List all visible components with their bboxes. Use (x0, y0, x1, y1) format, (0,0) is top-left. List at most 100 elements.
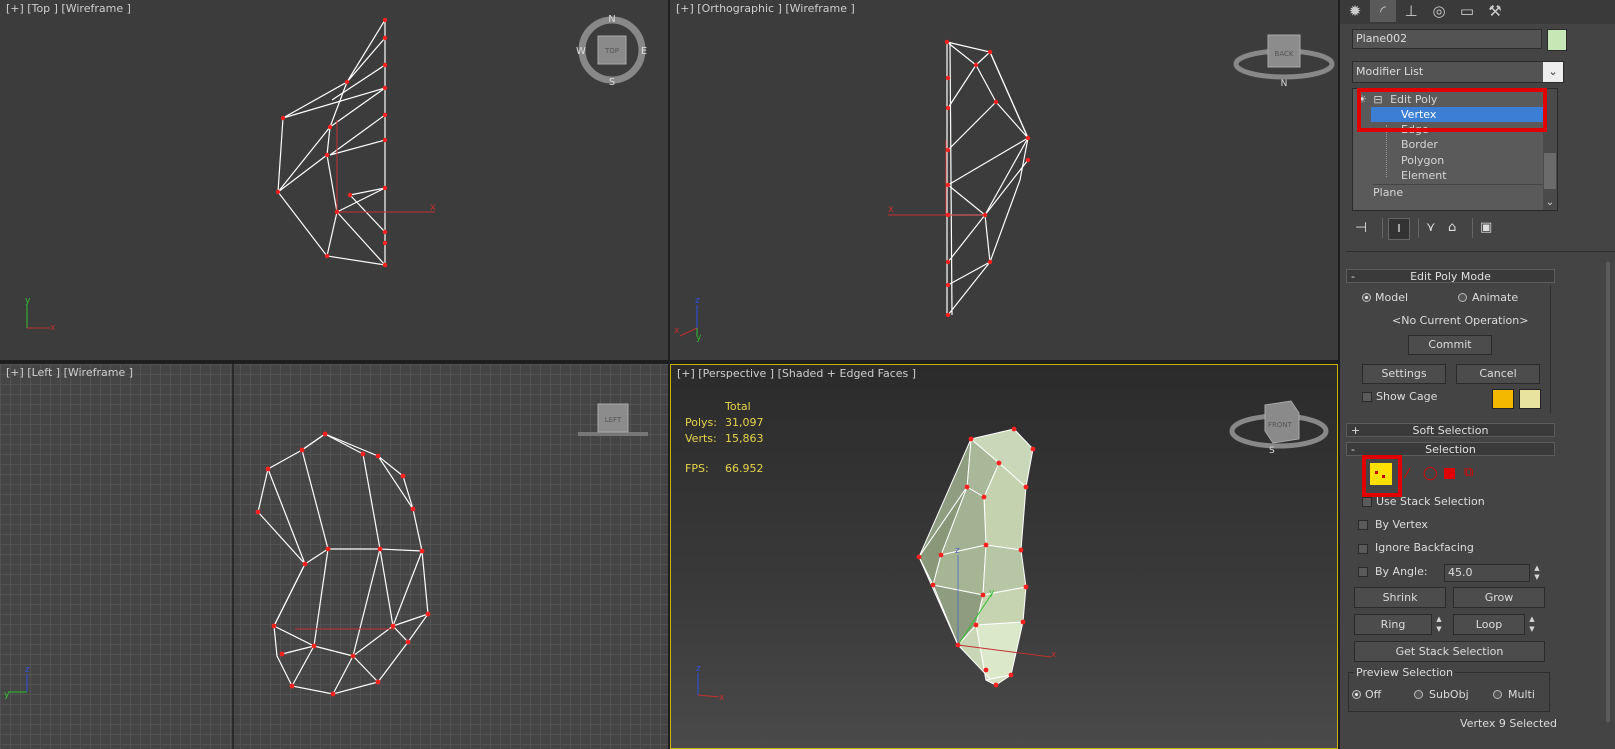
border-mode-icon[interactable]: ◯ (1423, 466, 1438, 481)
display-icon[interactable]: ▭ (1454, 0, 1480, 22)
motion-icon[interactable]: ◎ (1426, 0, 1452, 22)
cage-selected-color-swatch[interactable] (1519, 389, 1541, 409)
show-end-result-icon[interactable]: Ⅰ (1388, 218, 1410, 240)
svg-text:N: N (1281, 79, 1288, 89)
angle-input[interactable]: 45.0 (1444, 564, 1530, 582)
edge-mode-icon[interactable]: ⁄ (1406, 467, 1408, 482)
svg-text:E: E (641, 46, 647, 57)
radio-model-label: Model (1375, 291, 1409, 304)
radio-preview-multi[interactable] (1493, 690, 1502, 699)
stack-item-polygon[interactable]: Polygon (1401, 153, 1557, 168)
by-vertex-label: By Vertex (1375, 518, 1428, 531)
axis-tripod: z x y (674, 296, 702, 343)
svg-text:N: N (608, 14, 615, 25)
stack-item-element[interactable]: Element (1401, 168, 1557, 183)
modify-icon[interactable]: ◜ (1370, 0, 1396, 22)
configure-sets-icon[interactable]: ▣ (1480, 220, 1492, 235)
stack-item-border[interactable]: Border (1401, 137, 1557, 152)
rollout-selection[interactable]: - Selection (1346, 442, 1555, 456)
top-wireframe: x TOP N S E W y x (25, 14, 647, 333)
radio-animate[interactable] (1458, 293, 1467, 302)
by-angle-checkbox[interactable] (1358, 567, 1368, 577)
perspective-mesh: x y z FRONT S z x (696, 400, 1329, 703)
viewcube-compass[interactable]: TOP N S E W (576, 14, 647, 88)
svg-text:y: y (989, 588, 995, 598)
svg-text:FRONT: FRONT (1268, 421, 1293, 429)
use-stack-selection-checkbox[interactable] (1362, 497, 1372, 507)
object-name-field[interactable]: Plane002 (1352, 29, 1542, 49)
command-panel-tabs: ✹ ◜ ⊥ ◎ ▭ ⚒ (1340, 0, 1615, 24)
ring-spinner[interactable]: ▲ ▼ (1434, 614, 1444, 634)
utilities-icon[interactable]: ⚒ (1482, 0, 1508, 22)
radio-preview-multi-label: Multi (1508, 688, 1535, 701)
svg-text:y: y (4, 690, 10, 700)
grow-button[interactable]: Grow (1453, 587, 1545, 608)
radio-preview-subobj-label: SubObj (1429, 688, 1469, 701)
viewport-perspective[interactable]: [+] [Perspective ] [Shaded + Edged Faces… (670, 364, 1338, 749)
svg-text:z: z (696, 664, 701, 674)
use-stack-selection-label: Use Stack Selection (1376, 495, 1485, 508)
viewport-left[interactable]: [+] [Left ] [Wireframe ] LEFT z y (0, 364, 668, 749)
rollout-edit-poly-mode[interactable]: - Edit Poly Mode (1346, 269, 1555, 283)
axis-tripod: z x (696, 664, 725, 703)
svg-text:y: y (25, 296, 31, 306)
chevron-down-icon[interactable]: ⌄ (1543, 197, 1557, 208)
settings-button[interactable]: Settings (1362, 364, 1446, 384)
chevron-down-icon[interactable]: ⌄ (1543, 62, 1563, 82)
command-panel: ✹ ◜ ⊥ ◎ ▭ ⚒ Plane002 Modifier List ⌄ ☀ ⊟… (1340, 0, 1615, 749)
viewport-orthographic[interactable]: [+] [Orthographic ] [Wireframe ] x BACK … (670, 0, 1338, 360)
preview-selection-label: Preview Selection (1354, 666, 1456, 679)
by-vertex-checkbox[interactable] (1358, 520, 1368, 530)
svg-text:TOP: TOP (604, 47, 619, 55)
ortho-wireframe: x BACK N z x y (674, 34, 1335, 343)
pin-stack-icon[interactable]: ⊣ (1355, 220, 1367, 236)
viewport-top[interactable]: [+] [Top ] [Wireframe ] x TOP N S E W y … (0, 0, 668, 360)
svg-text:z: z (695, 296, 700, 306)
object-color-swatch[interactable] (1547, 29, 1567, 51)
polygon-mode-icon[interactable] (1444, 468, 1455, 479)
axis-tripod: z y (4, 665, 30, 700)
create-icon[interactable]: ✹ (1342, 0, 1368, 22)
svg-text:z: z (25, 665, 30, 675)
current-operation-text: <No Current Operation> (1392, 314, 1529, 327)
commit-button[interactable]: Commit (1408, 335, 1492, 355)
ignore-backfacing-checkbox[interactable] (1358, 544, 1368, 554)
modifier-list-dropdown[interactable]: Modifier List ⌄ (1352, 61, 1564, 83)
ignore-backfacing-label: Ignore Backfacing (1375, 541, 1474, 554)
loop-spinner[interactable]: ▲ ▼ (1527, 614, 1537, 634)
viewcube[interactable]: BACK N (1233, 34, 1335, 89)
rollout-soft-selection[interactable]: + Soft Selection (1346, 423, 1555, 437)
panel-scrollbar[interactable] (1606, 262, 1610, 722)
cancel-button[interactable]: Cancel (1456, 364, 1540, 384)
make-unique-icon[interactable]: ⋎ (1426, 220, 1436, 235)
radio-preview-off[interactable] (1352, 690, 1361, 699)
loop-button[interactable]: Loop (1453, 614, 1525, 635)
stack-item-plane[interactable]: Plane (1373, 184, 1543, 200)
show-cage-checkbox[interactable] (1362, 392, 1372, 402)
highlight-vertex-mode (1362, 455, 1402, 497)
selection-status-text: Vertex 9 Selected (1460, 717, 1558, 730)
remove-modifier-icon[interactable]: ⌂ (1448, 220, 1456, 235)
viewcube[interactable]: LEFT (578, 403, 648, 436)
show-cage-label: Show Cage (1376, 390, 1438, 403)
cage-color-swatch[interactable] (1492, 389, 1514, 409)
svg-text:W: W (576, 46, 586, 57)
axis-x-label: x (430, 202, 436, 213)
svg-text:y: y (696, 333, 702, 343)
svg-text:x: x (1051, 650, 1057, 660)
svg-text:x: x (50, 323, 56, 333)
angle-spinner[interactable]: ▲ ▼ (1532, 564, 1542, 582)
shrink-button[interactable]: Shrink (1354, 587, 1446, 608)
radio-preview-off-label: Off (1365, 688, 1382, 701)
viewcube[interactable]: FRONT S (1229, 400, 1329, 456)
radio-preview-subobj[interactable] (1414, 690, 1423, 699)
radio-animate-label: Animate (1472, 291, 1519, 304)
element-mode-icon[interactable]: ⧉ (1464, 465, 1473, 480)
radio-model[interactable] (1362, 293, 1371, 302)
svg-text:S: S (609, 77, 615, 88)
ring-button[interactable]: Ring (1354, 614, 1432, 635)
highlight-vertex-box (1357, 88, 1547, 132)
hierarchy-icon[interactable]: ⊥ (1398, 0, 1424, 22)
get-stack-selection-button[interactable]: Get Stack Selection (1354, 641, 1545, 662)
svg-text:z: z (955, 546, 960, 556)
